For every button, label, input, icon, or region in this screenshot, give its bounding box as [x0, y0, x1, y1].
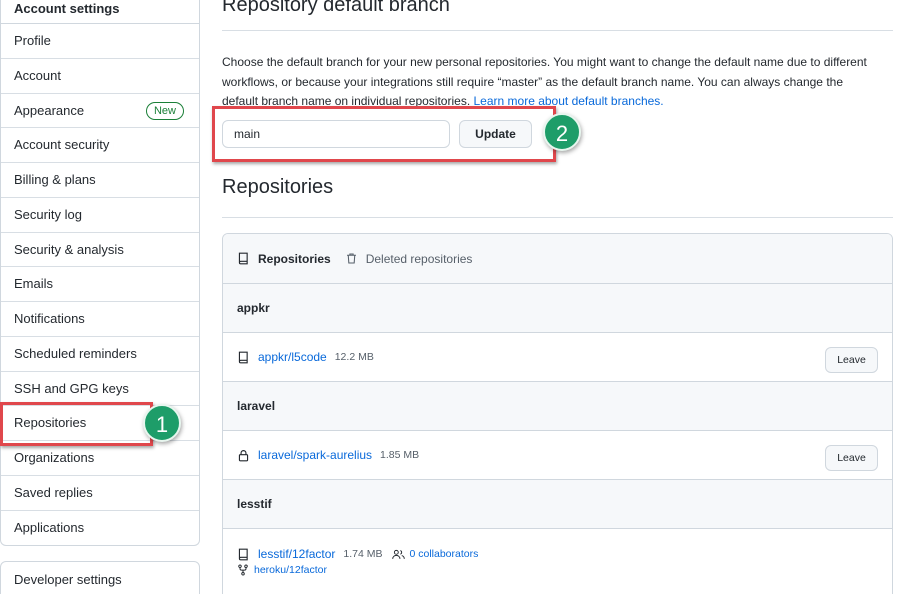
- default-branch-description: Choose the default branch for your new p…: [222, 53, 872, 112]
- sidebar-item-developer-settings[interactable]: Developer settings: [0, 561, 200, 594]
- tab-repositories[interactable]: Repositories: [237, 252, 331, 266]
- org-header-lesstif: lesstif: [223, 480, 892, 529]
- repo-size: 12.2 MB: [334, 351, 374, 363]
- leave-button[interactable]: Leave: [825, 445, 878, 471]
- fork-source-link[interactable]: heroku/12factor: [254, 564, 327, 576]
- sidebar-item-emails[interactable]: Emails: [1, 267, 199, 302]
- collaborators-link[interactable]: 0 collaborators: [392, 548, 478, 560]
- sidebar-item-account-security[interactable]: Account security: [1, 128, 199, 163]
- callout-number-one: 1: [143, 404, 181, 442]
- tab-label: Deleted repositories: [365, 251, 473, 266]
- sidebar-item-security-log[interactable]: Security log: [1, 198, 199, 233]
- repositories-tabs: Repositories Deleted repositories: [223, 234, 892, 284]
- repositories-box: Repositories Deleted repositories appkr …: [222, 233, 893, 594]
- sidebar-item-organizations[interactable]: Organizations: [1, 441, 199, 476]
- sidebar-item-appearance[interactable]: Appearance New: [1, 94, 199, 129]
- repo-icon: [238, 351, 248, 363]
- people-icon: [392, 549, 406, 559]
- repo-line: lesstif/12factor 1.74 MB 0 collaborators: [237, 547, 478, 561]
- sidebar-item-account[interactable]: Account: [1, 59, 199, 94]
- sidebar-header: Account settings: [1, 0, 199, 24]
- default-branch-title: Repository default branch: [222, 0, 450, 16]
- leave-button[interactable]: Leave: [825, 347, 878, 373]
- settings-sidebar: Account settings Profile Account Appeara…: [0, 0, 200, 546]
- lock-icon: [238, 449, 249, 461]
- repo-icon: [238, 548, 248, 560]
- callout-highlight-branch-input: [212, 106, 556, 162]
- sidebar-item-saved-replies[interactable]: Saved replies: [1, 476, 199, 511]
- repo-link[interactable]: lesstif/12factor: [258, 547, 335, 561]
- repo-row-lesstif-12factor: lesstif/12factor 1.74 MB 0 collaborators…: [223, 529, 892, 589]
- tab-label: Repositories: [258, 251, 331, 266]
- sidebar-item-billing[interactable]: Billing & plans: [1, 163, 199, 198]
- new-badge: New: [145, 101, 184, 120]
- repositories-title: Repositories: [222, 176, 334, 198]
- divider: [222, 217, 893, 218]
- repo-size: 1.85 MB: [380, 449, 420, 461]
- repo-icon: [238, 252, 248, 265]
- repo-row-appkr-l5code: appkr/l5code 12.2 MB Leave: [223, 333, 892, 382]
- tab-deleted-repositories[interactable]: Deleted repositories: [345, 251, 473, 266]
- sidebar-item-profile[interactable]: Profile: [1, 24, 199, 59]
- sidebar-item-applications[interactable]: Applications: [1, 511, 199, 546]
- repo-link[interactable]: laravel/spark-aurelius: [258, 448, 372, 462]
- org-header-appkr: appkr: [223, 284, 892, 333]
- fork-line: heroku/12factor: [237, 564, 327, 576]
- sidebar-item-security-analysis[interactable]: Security & analysis: [1, 233, 199, 268]
- repo-row-laravel-spark-aurelius: laravel/spark-aurelius 1.85 MB Leave: [223, 431, 892, 480]
- org-header-laravel: laravel: [223, 382, 892, 431]
- sidebar-item-notifications[interactable]: Notifications: [1, 302, 199, 337]
- repo-size: 1.74 MB: [343, 548, 383, 560]
- sidebar-item-scheduled-reminders[interactable]: Scheduled reminders: [1, 337, 199, 372]
- trash-icon: [346, 253, 356, 264]
- callout-number-two: 2: [543, 113, 581, 151]
- repo-link[interactable]: appkr/l5code: [258, 350, 327, 364]
- sidebar-item-label: Appearance: [14, 102, 85, 118]
- callout-highlight-repositories: [0, 402, 153, 446]
- collaborators-label: 0 collaborators: [409, 548, 479, 560]
- fork-icon: [238, 564, 248, 576]
- divider: [222, 30, 893, 31]
